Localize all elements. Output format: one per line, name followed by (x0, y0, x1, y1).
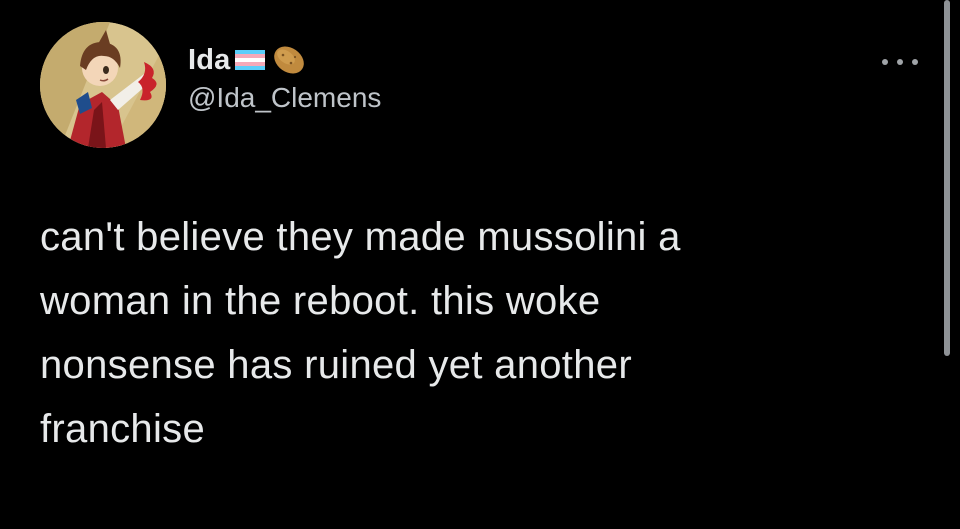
more-dot (882, 59, 888, 65)
avatar[interactable] (40, 22, 166, 148)
scrollbar[interactable] (944, 0, 952, 360)
name-row: Ida (188, 40, 381, 80)
tweet-text-line: woman in the reboot. this woke (40, 279, 601, 323)
more-dot (912, 59, 918, 65)
more-options-icon[interactable] (882, 50, 918, 74)
display-name[interactable]: Ida (188, 44, 231, 77)
tweet-text-line: franchise (40, 407, 206, 451)
tweet-text-line: can't believe they made mussolini a (40, 215, 681, 259)
author-info: Ida @Ida_Clemens (188, 40, 381, 114)
tweet-card: Ida @Ida_Clemens can't believe they made… (0, 0, 960, 529)
transgender-flag-emoji (234, 50, 265, 70)
user-handle[interactable]: @Ida_Clemens (188, 82, 381, 114)
tweet-text: can't believe they made mussolini a woma… (40, 205, 920, 461)
tweet-text-line: nonsense has ruined yet another (40, 343, 632, 387)
potato-emoji (273, 46, 304, 74)
scrollbar-thumb[interactable] (944, 0, 950, 356)
more-dot (897, 59, 903, 65)
avatar-image (40, 22, 166, 148)
